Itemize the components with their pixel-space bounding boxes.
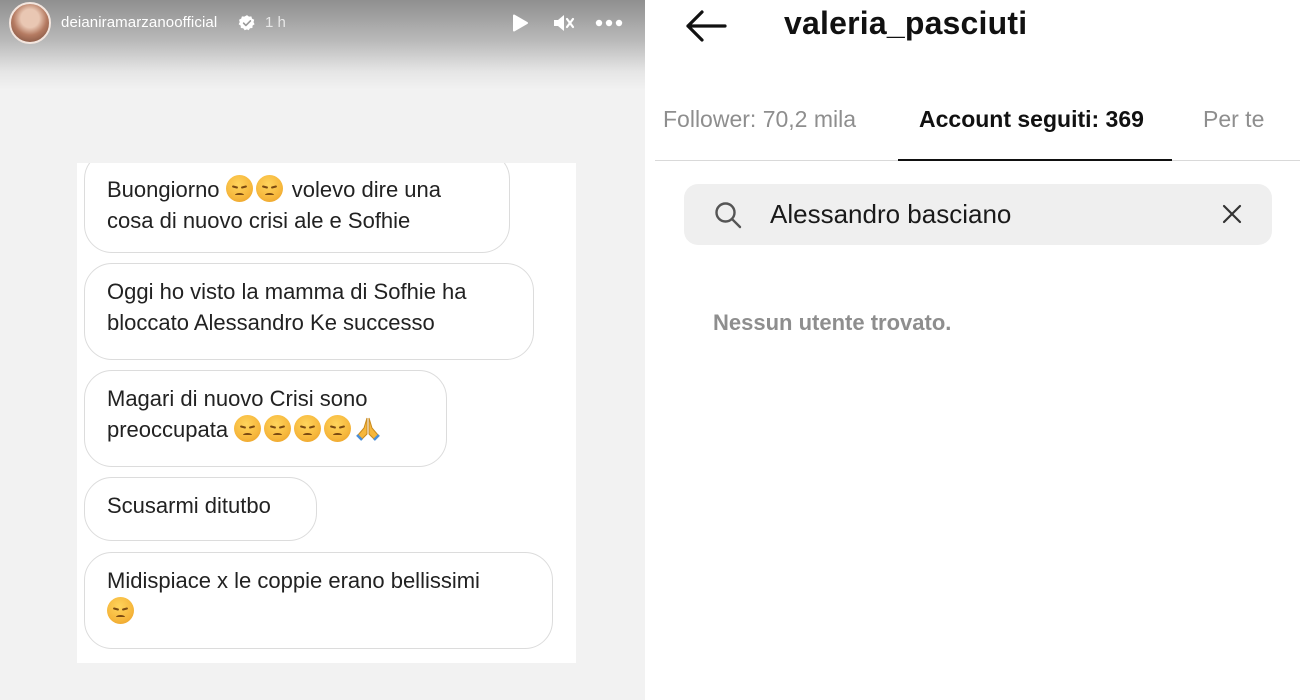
- story-time: 1 h: [265, 14, 286, 31]
- tab-followers[interactable]: Follower: 70,2 mila: [663, 106, 856, 133]
- empty-state-message: Nessun utente trovato.: [713, 310, 952, 335]
- search-field[interactable]: Alessandro basciano: [684, 184, 1272, 245]
- tab-following[interactable]: Account seguiti: 369: [919, 106, 1144, 133]
- verified-badge-icon: [238, 15, 255, 31]
- story-username[interactable]: deianiramarzanoofficial: [61, 14, 217, 31]
- folded-hands-icon: [356, 417, 381, 441]
- screen: deianiramarzanoofficial 1 h Buongiorno v…: [0, 0, 1300, 700]
- pensive-face-emoji: [294, 415, 322, 442]
- message-bubble: Buongiorno volevo dire una cosa di nuovo…: [84, 163, 510, 253]
- disappointed-face-emoji: [255, 175, 283, 202]
- mute-button[interactable]: [550, 10, 576, 36]
- message-bubble: Scusarmi ditutbo: [84, 477, 317, 541]
- message-bubble: Oggi ho visto la mamma di Sofhie ha bloc…: [84, 263, 534, 360]
- message-text: Oggi ho visto la mamma di Sofhie ha bloc…: [107, 279, 467, 335]
- active-tab-indicator: [898, 159, 1172, 161]
- search-input[interactable]: Alessandro basciano: [770, 199, 1011, 230]
- message-bubble: Magari di nuovo Crisi sono preoccupata: [84, 370, 447, 467]
- play-button[interactable]: [507, 10, 533, 36]
- search-icon: [715, 202, 742, 229]
- close-icon[interactable]: [1220, 202, 1244, 226]
- more-icon: [595, 19, 623, 27]
- pensive-face-emoji: [264, 415, 292, 442]
- mute-icon: [554, 15, 575, 31]
- disappointed-face-emoji: [324, 415, 352, 442]
- play-icon: [513, 14, 528, 32]
- message-bubble: Midispiace x le coppie erano bellissimi: [84, 552, 553, 649]
- message-text: Midispiace x le coppie erano bellissimi: [107, 568, 480, 593]
- disappointed-face-emoji: [107, 597, 134, 624]
- tab-for-you[interactable]: Per te: [1203, 106, 1264, 133]
- more-options-button[interactable]: [594, 10, 624, 36]
- chat-screenshot: Buongiorno volevo dire una cosa di nuovo…: [77, 163, 576, 663]
- following-panel: valeria_pasciuti Follower: 70,2 mila Acc…: [645, 0, 1300, 700]
- page-title: valeria_pasciuti: [784, 5, 1028, 41]
- pensive-face-emoji: [234, 415, 262, 442]
- story-panel: deianiramarzanoofficial 1 h Buongiorno v…: [0, 0, 645, 700]
- back-arrow-icon[interactable]: [683, 6, 729, 46]
- avatar[interactable]: [9, 2, 51, 44]
- disappointed-face-emoji: [225, 175, 253, 202]
- message-text: Scusarmi ditutbo: [107, 493, 271, 518]
- message-text: Buongiorno: [107, 177, 220, 202]
